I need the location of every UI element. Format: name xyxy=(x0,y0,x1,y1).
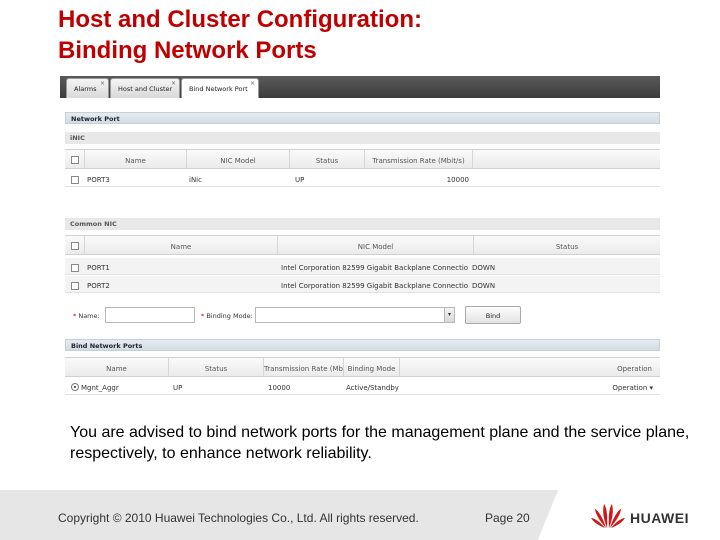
cell-rate: 10000 xyxy=(268,384,291,392)
huawei-wordmark: HUAWEI xyxy=(630,510,689,526)
huawei-logo-icon xyxy=(591,504,625,528)
binding-mode-label-text: Binding Mode: xyxy=(206,312,253,320)
column-header-operation[interactable]: Operation xyxy=(400,358,660,376)
tab-label: Bind Network Port xyxy=(189,85,248,93)
row-checkbox[interactable] xyxy=(71,282,79,290)
column-header-status[interactable]: Status xyxy=(474,236,660,254)
bind-button[interactable]: Bind xyxy=(465,306,521,324)
screenshot-panel: Alarms × Host and Cluster × Bind Network… xyxy=(60,76,660,403)
name-label: * Name: xyxy=(73,312,100,320)
close-icon[interactable]: × xyxy=(171,80,176,87)
tab-bind-network-port[interactable]: Bind Network Port × xyxy=(181,78,259,98)
row-radio-button[interactable] xyxy=(71,383,79,391)
column-header-name[interactable]: Name xyxy=(85,150,187,168)
table-row[interactable]: PORT1 Intel Corporation 82599 Gigabit Ba… xyxy=(65,258,660,275)
cell-name: PORT3 xyxy=(87,176,110,184)
column-header-name[interactable]: Name xyxy=(65,358,169,376)
table-row[interactable]: PORT3 iNic UP 10000 xyxy=(65,170,660,187)
binding-mode-select[interactable]: ▾ xyxy=(255,307,455,323)
table-row[interactable]: Mgnt_Aggr UP 10000 Active/Standby Operat… xyxy=(65,378,660,395)
column-header-nic-model[interactable]: NIC Model xyxy=(187,150,290,168)
cell-binding-mode: Active/Standby xyxy=(346,384,399,392)
cell-status: DOWN xyxy=(472,264,496,272)
common-nic-table-header: Name NIC Model Status xyxy=(65,235,660,255)
tab-label: Alarms xyxy=(74,85,97,93)
copyright-text: Copyright © 2010 Huawei Technologies Co.… xyxy=(58,511,419,525)
cell-status: DOWN xyxy=(472,282,496,290)
cell-nic-model: Intel Corporation 82599 Gigabit Backplan… xyxy=(281,264,468,272)
name-label-text: Name: xyxy=(78,312,100,320)
cell-rate: 10000 xyxy=(446,176,469,184)
column-header-rate[interactable]: Transmission Rate (Mbit/s) xyxy=(365,150,473,168)
cell-name: PORT2 xyxy=(87,282,110,290)
slide-caption: You are advised to bind network ports fo… xyxy=(70,424,690,462)
tab-host-and-cluster[interactable]: Host and Cluster × xyxy=(110,78,180,98)
column-header-rate[interactable]: Transmission Rate (Mb... xyxy=(264,358,344,376)
tab-alarms[interactable]: Alarms × xyxy=(66,78,109,98)
slide-title-line1: Host and Cluster Configuration: xyxy=(58,6,422,33)
column-header-name[interactable]: Name xyxy=(85,236,278,254)
operation-menu[interactable]: Operation ▾ xyxy=(595,378,657,394)
inic-heading: iNIC xyxy=(65,132,660,144)
cell-nic-model: iNic xyxy=(189,176,202,184)
select-all-cell xyxy=(65,236,85,254)
required-mark: * xyxy=(201,312,205,320)
select-all-cell xyxy=(65,150,85,168)
common-nic-heading: Common NIC xyxy=(65,218,660,230)
row-checkbox[interactable] xyxy=(71,176,79,184)
dropdown-arrow-icon[interactable]: ▾ xyxy=(444,308,454,322)
table-row[interactable]: PORT2 Intel Corporation 82599 Gigabit Ba… xyxy=(65,276,660,293)
select-all-checkbox[interactable] xyxy=(71,242,79,250)
column-header-binding-mode[interactable]: Binding Mode xyxy=(344,358,400,376)
page-number: Page 20 xyxy=(485,511,530,525)
footer-bar: Copyright © 2010 Huawei Technologies Co.… xyxy=(0,490,720,540)
bind-network-ports-heading: Bind Network Ports xyxy=(65,339,660,351)
inic-table-header: Name NIC Model Status Transmission Rate … xyxy=(65,149,660,169)
bind-ports-table-header: Name Status Transmission Rate (Mb... Bin… xyxy=(65,357,660,377)
slide-title: Host and Cluster Configuration: Binding … xyxy=(58,4,678,66)
cell-status: UP xyxy=(173,384,183,392)
select-all-checkbox[interactable] xyxy=(71,156,79,164)
cell-nic-model: Intel Corporation 82599 Gigabit Backplan… xyxy=(281,282,468,290)
binding-mode-label: * Binding Mode: xyxy=(201,312,253,320)
cell-name: Mgnt_Aggr xyxy=(81,384,119,392)
tab-label: Host and Cluster xyxy=(118,85,173,93)
name-input[interactable] xyxy=(105,307,195,323)
tab-bar: Alarms × Host and Cluster × Bind Network… xyxy=(60,76,660,98)
column-header-status[interactable]: Status xyxy=(169,358,264,376)
close-icon[interactable]: × xyxy=(100,80,105,87)
slide-title-line2: Binding Network Ports xyxy=(58,37,317,64)
cell-status: UP xyxy=(295,176,305,184)
bind-form: * Name: * Binding Mode: ▾ Bind xyxy=(65,304,660,326)
cell-name: PORT1 xyxy=(87,264,110,272)
row-checkbox[interactable] xyxy=(71,264,79,272)
network-port-heading: Network Port xyxy=(65,112,660,124)
column-header-nic-model[interactable]: NIC Model xyxy=(278,236,474,254)
required-mark: * xyxy=(73,312,77,320)
column-header-status[interactable]: Status xyxy=(290,150,365,168)
close-icon[interactable]: × xyxy=(250,80,255,87)
